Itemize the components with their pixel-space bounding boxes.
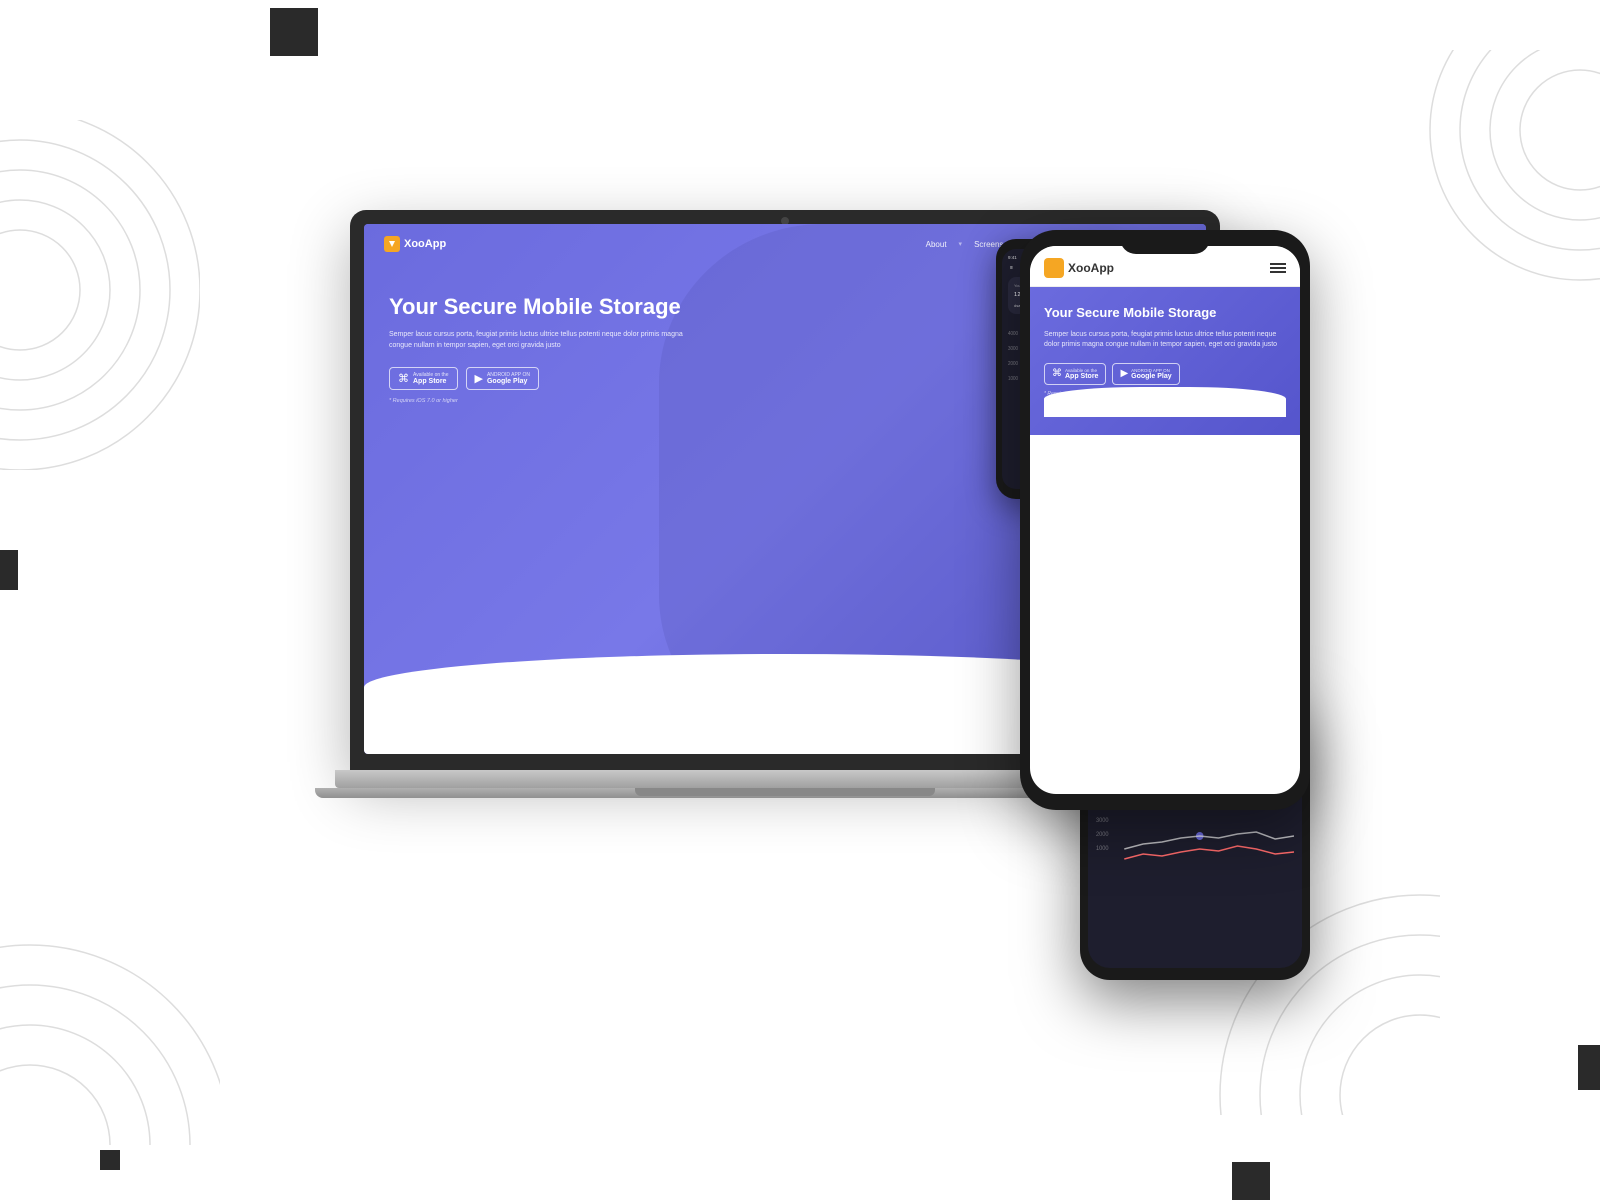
laptop-hero-title: Your Secure Mobile Storage [389, 294, 689, 320]
nav-link-about[interactable]: About [926, 240, 947, 249]
sm-store-buttons: ⌘ Available on the App Store ▶ [1044, 363, 1286, 385]
sm-hero-desc: Semper lacus cursus porta, feugiat primi… [1044, 330, 1286, 351]
svg-text:4000: 4000 [1008, 331, 1018, 337]
laptop-googleplay-button[interactable]: ▶ ANDROID APP ON Google Play [466, 367, 539, 390]
appstore-text: Available on the App Store [413, 372, 449, 385]
googleplay-name: Google Play [487, 378, 530, 385]
svg-text:3000: 3000 [1008, 346, 1018, 352]
play-icon: ▶ [475, 372, 483, 385]
sm-logo-text: XooApp [1068, 261, 1114, 275]
laptop-hero-desc: Semper lacus cursus porta, feugiat primi… [389, 330, 689, 351]
sm-hero-title: Your Secure Mobile Storage [1044, 305, 1286, 322]
sm-googleplay-name: Google Play [1131, 373, 1171, 380]
googleplay-label: ANDROID APP ON [487, 372, 530, 378]
sm-play-icon: ▶ [1120, 368, 1128, 379]
laptop-requires-text: * Requires iOS 7.0 or higher [389, 398, 689, 404]
sm-googleplay-button[interactable]: ▶ ANDROID APP ON Google Play [1112, 363, 1179, 385]
phone-menu-icon: ≡ [1010, 265, 1013, 271]
svg-text:2000: 2000 [1008, 361, 1018, 367]
devices-container: XooXooAppApp About ▾ Screens Our Team Fe… [250, 150, 1350, 1050]
laptop-store-buttons: ⌘ Available on the App Store ▶ [389, 367, 689, 390]
laptop-logo-text: XooXooAppApp [404, 238, 446, 250]
sm-googleplay-text: ANDROID APP ON Google Play [1131, 368, 1171, 380]
svg-text:1000: 1000 [1008, 376, 1018, 382]
sm-logo-icon [1044, 258, 1064, 278]
smartphone-device: XooApp Your Secure Mobile Storage Semper… [1020, 230, 1310, 850]
sm-hero: Your Secure Mobile Storage Semper lacus … [1030, 287, 1300, 435]
sm-apple-icon: ⌘ [1052, 368, 1062, 379]
main-content: XooXooAppApp About ▾ Screens Our Team Fe… [0, 0, 1600, 1200]
laptop-hero-content: Your Secure Mobile Storage Semper lacus … [389, 294, 689, 404]
laptop-appstore-button[interactable]: ⌘ Available on the App Store [389, 367, 458, 390]
sm-appstore-label: Available on the [1065, 368, 1098, 373]
smartphone-screen: XooApp Your Secure Mobile Storage Semper… [1030, 246, 1300, 794]
appstore-label: Available on the [413, 372, 449, 378]
laptop-foot-inner [635, 788, 935, 796]
smartphone-frame: XooApp Your Secure Mobile Storage Semper… [1020, 230, 1310, 810]
apple-icon: ⌘ [398, 372, 409, 385]
phone-time: 9:41 [1008, 255, 1017, 260]
sm-googleplay-label: ANDROID APP ON [1131, 368, 1171, 373]
smartphone-website: XooApp Your Secure Mobile Storage Semper… [1030, 246, 1300, 794]
laptop-nav-logo: XooXooAppApp [384, 236, 446, 252]
laptop-logo-icon [384, 236, 400, 252]
sm-appstore-button[interactable]: ⌘ Available on the App Store [1044, 363, 1106, 385]
smartphone-notch [1120, 230, 1210, 254]
googleplay-text: ANDROID APP ON Google Play [487, 372, 530, 385]
appstore-name: App Store [413, 378, 449, 385]
sm-appstore-name: App Store [1065, 373, 1098, 380]
sm-appstore-text: Available on the App Store [1065, 368, 1098, 380]
sm-hamburger-icon[interactable] [1270, 263, 1286, 273]
sm-logo: XooApp [1044, 258, 1114, 278]
